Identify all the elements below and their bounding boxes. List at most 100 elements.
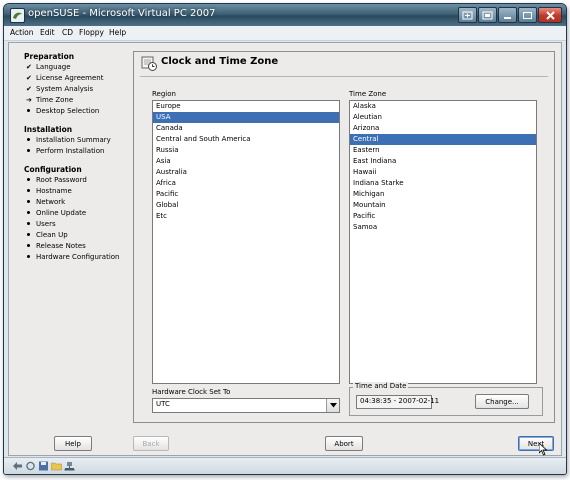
sidebar-section-title: Installation [24, 125, 73, 134]
title-divider [140, 76, 548, 77]
datetime-field: 04:38:35 - 2007-02-11 [356, 395, 439, 409]
sidebar-step: ✔ System Analysis [26, 85, 93, 93]
refresh-icon[interactable] [25, 461, 36, 471]
bullet-icon [27, 109, 30, 112]
close-icon[interactable] [538, 7, 562, 23]
ctrl-alt-del-icon[interactable] [458, 7, 477, 23]
minimize-icon[interactable] [498, 7, 517, 23]
checkmark-icon: ✔ [26, 85, 32, 93]
time-date-legend: Time and Date [353, 382, 409, 390]
back-arrow-icon[interactable] [12, 461, 23, 471]
checkmark-icon: ✔ [26, 63, 32, 71]
mouse-cursor-icon [539, 443, 548, 456]
hwclock-label: Hardware Clock Set To [152, 388, 231, 396]
sidebar-step-label: Release Notes [36, 242, 86, 250]
timezone-option[interactable]: Pacific [350, 211, 536, 222]
sidebar-step: Perform Installation [26, 147, 104, 155]
sidebar-step-label: Hardware Configuration [36, 253, 120, 261]
network-icon[interactable] [64, 461, 75, 471]
hwclock-select[interactable]: UTC [152, 398, 340, 413]
floppy-icon[interactable] [38, 461, 49, 471]
sidebar-step-label: License Agreement [36, 74, 104, 82]
bullet-icon [27, 222, 30, 225]
sidebar-step: Root Password [26, 176, 87, 184]
timezone-option[interactable]: Indiana Starke [350, 178, 536, 189]
sidebar-step: Clean Up [26, 231, 68, 239]
folder-icon[interactable] [51, 461, 62, 471]
region-label: Region [152, 90, 176, 98]
timezone-option[interactable]: Samoa [350, 222, 536, 233]
region-option[interactable]: Asia [153, 156, 339, 167]
region-option[interactable]: USA [153, 112, 339, 123]
clock-icon [141, 55, 157, 71]
sidebar-step-label: Users [36, 220, 56, 228]
hwclock-value: UTC [156, 400, 170, 408]
menu-edit[interactable]: Edit [40, 28, 55, 37]
sidebar-step-label: Online Update [36, 209, 87, 217]
region-option[interactable]: Central and South America [153, 134, 339, 145]
timezone-listbox[interactable]: Alaska Aleutian Arizona Central Eastern East … [349, 100, 537, 384]
sidebar-section-title: Configuration [24, 165, 82, 174]
help-button[interactable]: Help [54, 436, 92, 451]
sidebar-step: Network [26, 198, 65, 206]
menu-cd[interactable]: CD [62, 28, 73, 37]
bullet-icon [27, 255, 30, 258]
bullet-icon [27, 233, 30, 236]
region-option[interactable]: Canada [153, 123, 339, 134]
sidebar-step: ✔ License Agreement [26, 74, 104, 82]
timezone-option[interactable]: East Indiana [350, 156, 536, 167]
app-icon [10, 8, 25, 23]
timezone-option[interactable]: Mountain [350, 200, 536, 211]
maximize-icon[interactable] [518, 7, 537, 23]
change-button[interactable]: Change... [475, 394, 529, 409]
title-bar[interactable]: openSUSE - Microsoft Virtual PC 2007 [4, 4, 566, 26]
abort-button[interactable]: Abort [325, 436, 363, 451]
menu-floppy[interactable]: Floppy [79, 28, 104, 37]
region-option[interactable]: Global [153, 200, 339, 211]
sidebar-step: ➔ Time Zone [26, 96, 73, 104]
sidebar-step-label: Perform Installation [36, 147, 105, 155]
next-button[interactable]: Next [518, 436, 554, 451]
datetime-value: 04:38:35 - 2007-02-11 [360, 397, 440, 405]
region-option[interactable]: Europe [153, 101, 339, 112]
bullet-icon [27, 149, 30, 152]
timezone-option[interactable]: Arizona [350, 123, 536, 134]
window-title: openSUSE - Microsoft Virtual PC 2007 [28, 8, 216, 19]
region-option[interactable]: Pacific [153, 189, 339, 200]
timezone-option[interactable]: Alaska [350, 101, 536, 112]
time-date-group: Time and Date 04:38:35 - 2007-02-11 Chan… [349, 382, 543, 416]
sidebar-step: Installation Summary [26, 136, 111, 144]
region-listbox[interactable]: Europe USA Canada Central and South America… [152, 100, 340, 384]
sidebar-step: Hostname [26, 187, 72, 195]
timezone-option[interactable]: Eastern [350, 145, 536, 156]
menu-action[interactable]: Action [10, 28, 34, 37]
timezone-label: Time Zone [349, 90, 387, 98]
sidebar-step: Online Update [26, 209, 86, 217]
bullet-icon [27, 189, 30, 192]
region-option[interactable]: Etc [153, 211, 339, 222]
bullet-icon [27, 200, 30, 203]
region-option[interactable]: Australia [153, 167, 339, 178]
region-option[interactable]: Africa [153, 178, 339, 189]
clock-timezone-panel: Clock and Time Zone Region Europe USA Cana… [133, 51, 555, 423]
back-button[interactable]: Back [133, 436, 169, 451]
chevron-down-icon[interactable] [326, 399, 339, 412]
bullet-icon [27, 178, 30, 181]
timezone-option[interactable]: Aleutian [350, 112, 536, 123]
arrow-right-icon: ➔ [26, 96, 32, 104]
sidebar-step-label: Network [36, 198, 66, 206]
fullscreen-icon[interactable] [478, 7, 497, 23]
vpc-window: openSUSE - Microsoft Virtual PC 2007 Act… [3, 3, 567, 475]
timezone-option[interactable]: Michigan [350, 189, 536, 200]
sidebar-step: Users [26, 220, 56, 228]
guest-screen: Preparation ✔ Language ✔ License Agreement ✔ S… [8, 42, 562, 456]
bullet-icon [27, 211, 30, 214]
sidebar-step-label: Time Zone [36, 96, 74, 104]
sidebar-step: Release Notes [26, 242, 86, 250]
timezone-option[interactable]: Hawaii [350, 167, 536, 178]
menu-help[interactable]: Help [109, 28, 126, 37]
sidebar-step-label: Root Password [36, 176, 87, 184]
region-option[interactable]: Russia [153, 145, 339, 156]
timezone-option[interactable]: Central [350, 134, 536, 145]
bullet-icon [27, 138, 30, 141]
